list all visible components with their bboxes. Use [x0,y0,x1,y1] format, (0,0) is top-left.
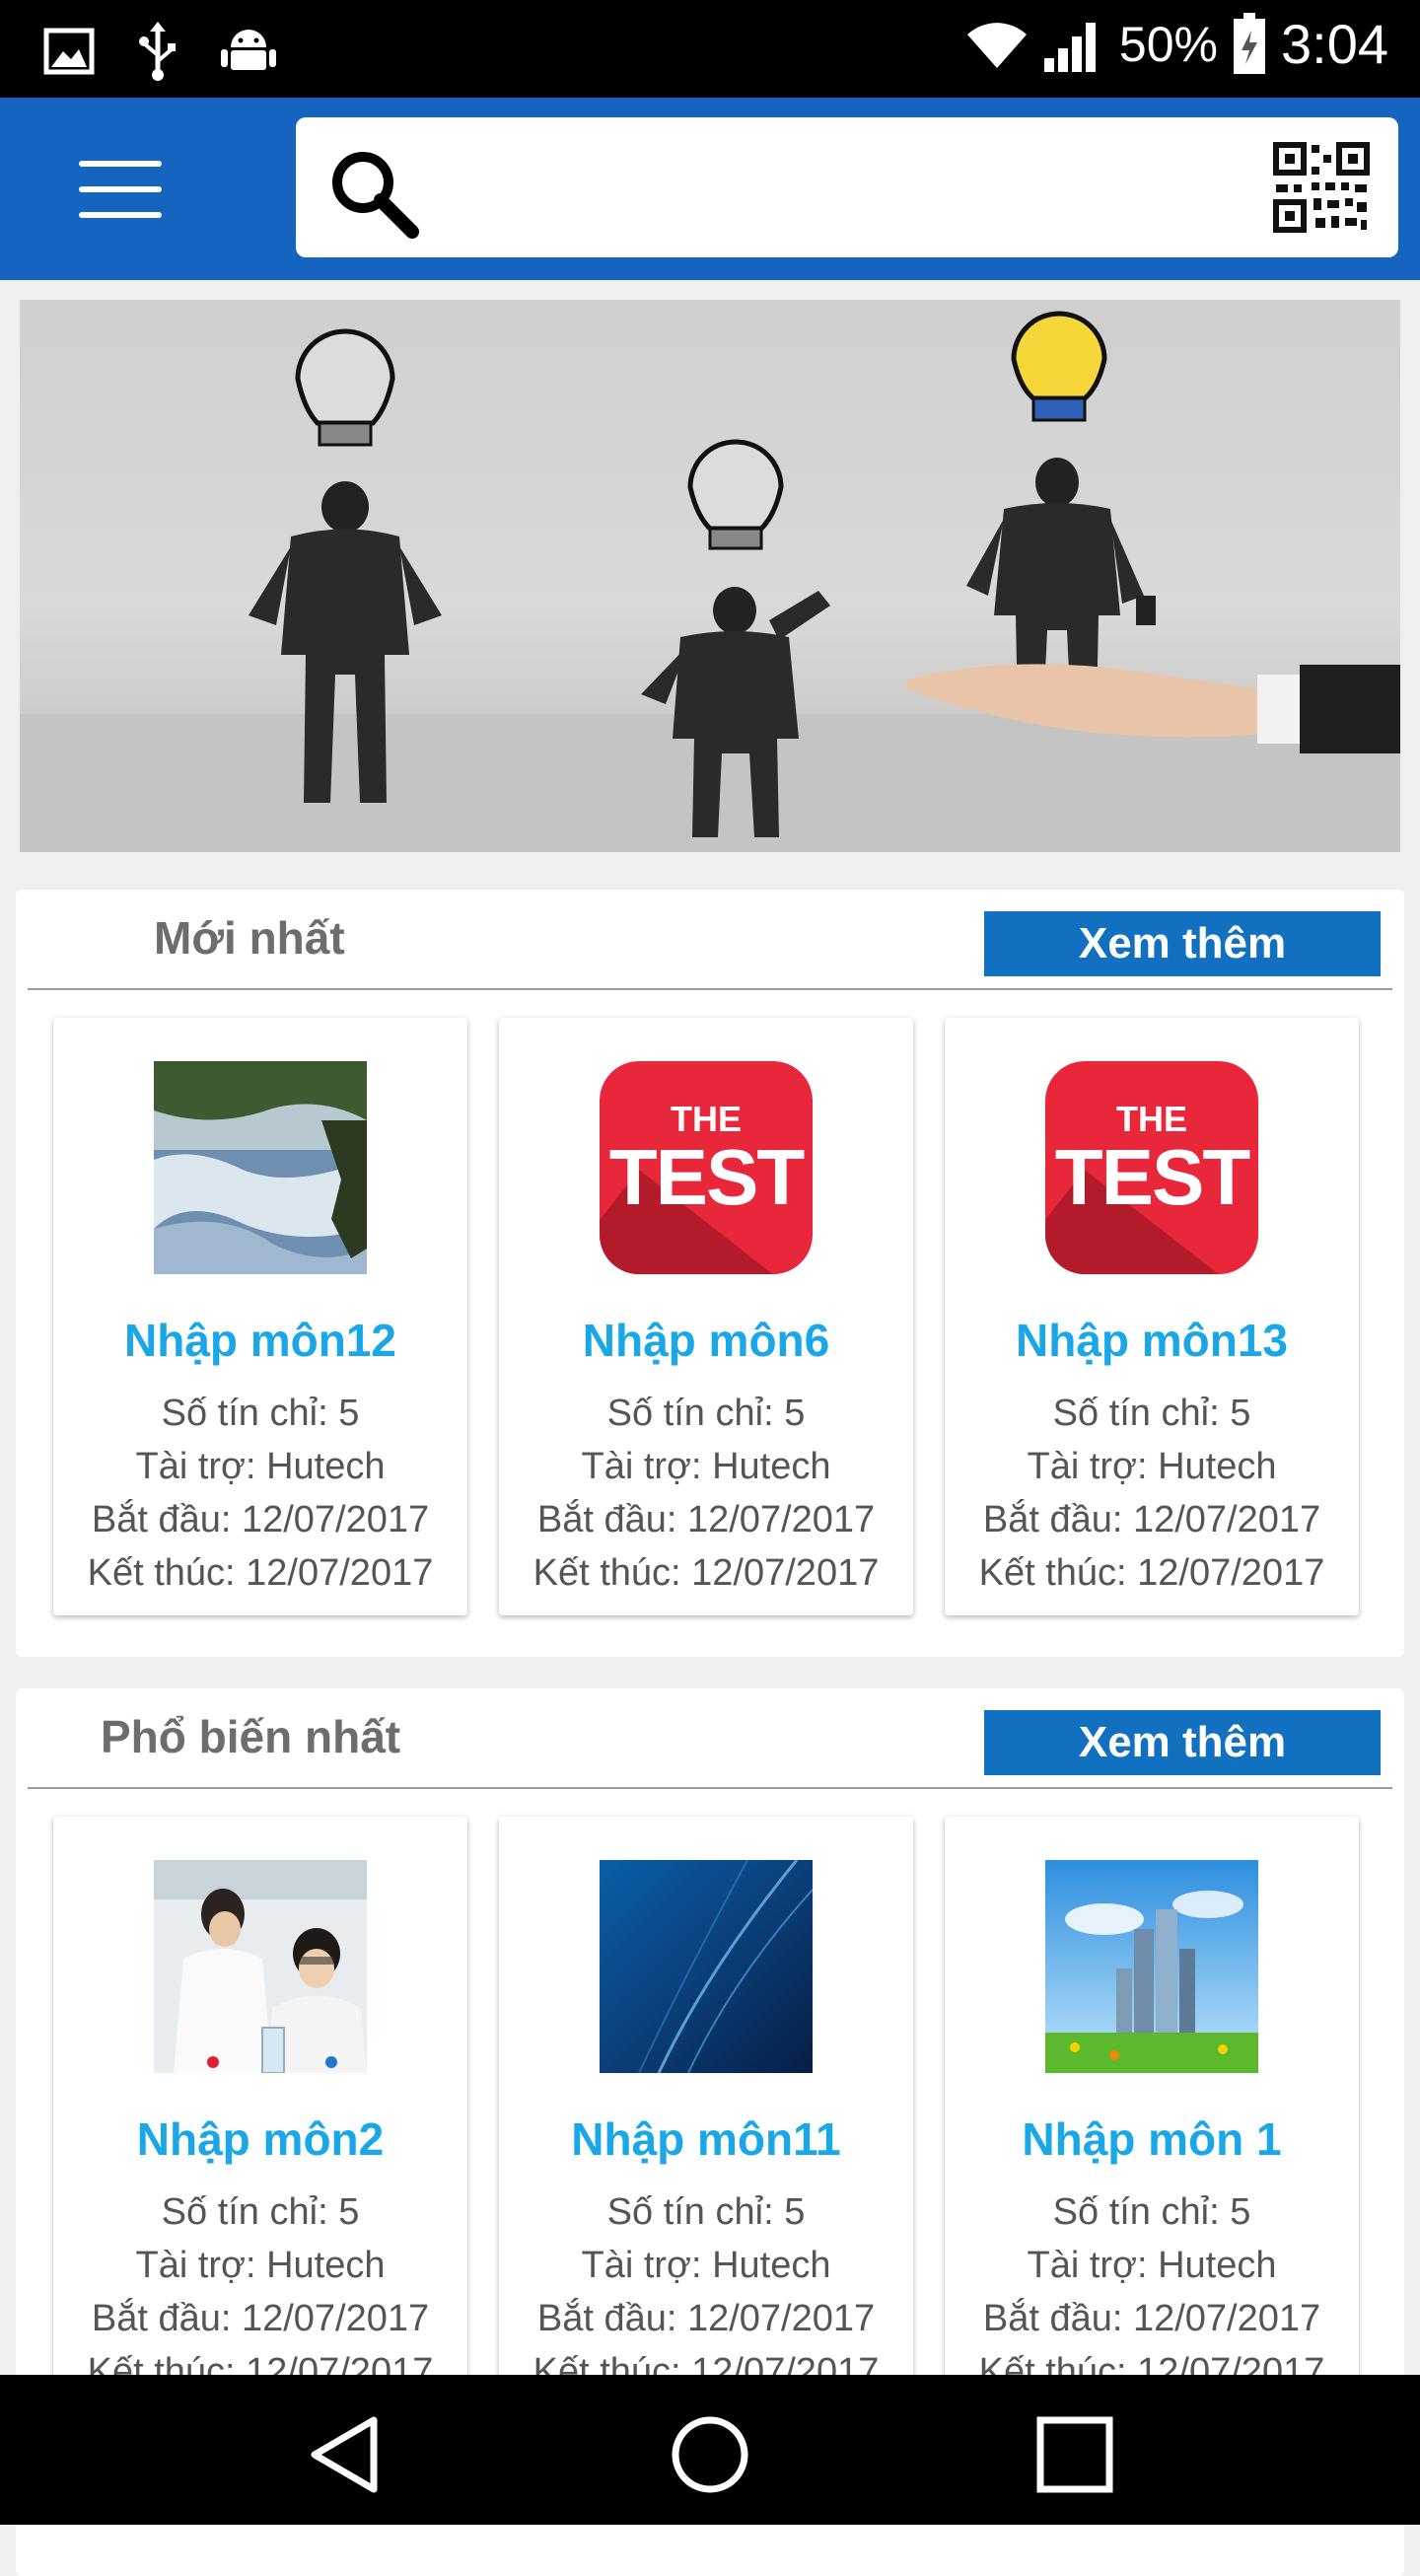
see-more-button[interactable]: Xem thêm [984,911,1381,976]
course-title: Nhập môn6 [582,1315,830,1366]
course-credits: Số tín chỉ: 5 [606,1393,806,1434]
course-list: Nhập môn2 Số tín chỉ: 5 Tài trợ: Hutech … [53,1817,1369,2414]
clock: 3:04 [1281,13,1388,75]
course-sponsor: Tài trợ: Hutech [581,2245,831,2286]
course-sponsor: Tài trợ: Hutech [1027,2245,1277,2286]
navigation-bar [0,2375,1420,2525]
course-card[interactable]: Nhập môn11 Số tín chỉ: 5 Tài trợ: Hutech… [499,1817,913,2414]
course-credits: Số tín chỉ: 5 [1052,1393,1251,1434]
section-header: Phổ biến nhất Xem thêm [28,1688,1392,1789]
wifi-icon [966,22,1027,68]
course-thumbnail [154,1860,367,2073]
course-title: Nhập môn2 [136,2113,385,2165]
signal-icon [1043,22,1096,72]
search-bar[interactable] [296,117,1398,257]
course-list: Nhập môn12 Số tín chỉ: 5 Tài trợ: Hutech… [53,1018,1369,1615]
course-start-date: Bắt đầu: 12/07/2017 [91,1499,430,1540]
course-title: Nhập môn12 [123,1315,397,1366]
course-end-date: Kết thúc: 12/07/2017 [532,1552,880,1594]
section-header: Mới nhất Xem thêm [28,890,1392,990]
course-card[interactable]: Nhập môn2 Số tín chỉ: 5 Tài trợ: Hutech … [53,1817,467,2414]
course-start-date: Bắt đầu: 12/07/2017 [536,2298,876,2339]
section-title: Mới nhất [154,912,345,964]
course-credits: Số tín chỉ: 5 [161,2191,360,2233]
course-card[interactable]: THE TEST Nhập môn13 Số tín chỉ: 5 Tài tr… [945,1018,1359,1615]
menu-icon[interactable] [69,149,172,228]
course-sponsor: Tài trợ: Hutech [581,1446,831,1487]
gallery-icon [43,28,95,75]
status-bar: 50% 3:04 [0,0,1420,98]
course-start-date: Bắt đầu: 12/07/2017 [91,2298,430,2339]
course-start-date: Bắt đầu: 12/07/2017 [536,1499,876,1540]
course-credits: Số tín chỉ: 5 [1052,2191,1251,2233]
course-sponsor: Tài trợ: Hutech [135,2245,386,2286]
course-thumbnail [600,1860,813,2073]
course-title: Nhập môn11 [571,2113,841,2165]
course-end-date: Kết thúc: 12/07/2017 [87,1552,434,1594]
course-start-date: Bắt đầu: 12/07/2017 [982,1499,1321,1540]
course-sponsor: Tài trợ: Hutech [135,1446,386,1487]
back-icon[interactable] [301,2410,390,2499]
course-end-date: Kết thúc: 12/07/2017 [978,1552,1325,1594]
qr-code-icon[interactable] [1272,141,1371,234]
course-credits: Số tín chỉ: 5 [161,1393,360,1434]
course-thumbnail [154,1061,367,1274]
recents-icon[interactable] [1030,2410,1119,2499]
the-test-logo: THE TEST [1045,1061,1258,1274]
section-newest: Mới nhất Xem thêm Nhập môn12 Số tín chỉ:… [16,890,1404,1657]
course-credits: Số tín chỉ: 5 [606,2191,806,2233]
course-sponsor: Tài trợ: Hutech [1027,1446,1277,1487]
usb-icon [139,22,176,81]
home-icon[interactable] [666,2410,754,2499]
battery-icon [1234,12,1265,74]
course-start-date: Bắt đầu: 12/07/2017 [982,2298,1321,2339]
course-title: Nhập môn 1 [1022,2113,1282,2165]
course-card[interactable]: Nhập môn 1 Số tín chỉ: 5 Tài trợ: Hutech… [945,1817,1359,2414]
section-title: Phổ biến nhất [101,1711,401,1762]
banner-image[interactable] [20,300,1400,852]
search-input[interactable] [434,137,1227,238]
see-more-button[interactable]: Xem thêm [984,1710,1381,1775]
search-icon[interactable] [323,143,422,242]
course-title: Nhập môn13 [1015,1315,1289,1366]
course-thumbnail: THE TEST [600,1061,813,1274]
course-card[interactable]: THE TEST Nhập môn6 Số tín chỉ: 5 Tài trợ… [499,1018,913,1615]
course-thumbnail: THE TEST [1045,1061,1258,1274]
battery-percent: 50% [1118,16,1218,72]
app-bar [0,98,1420,280]
android-icon [221,30,276,70]
course-thumbnail [1045,1860,1258,2073]
course-card[interactable]: Nhập môn12 Số tín chỉ: 5 Tài trợ: Hutech… [53,1018,467,1615]
the-test-logo: THE TEST [600,1061,813,1274]
